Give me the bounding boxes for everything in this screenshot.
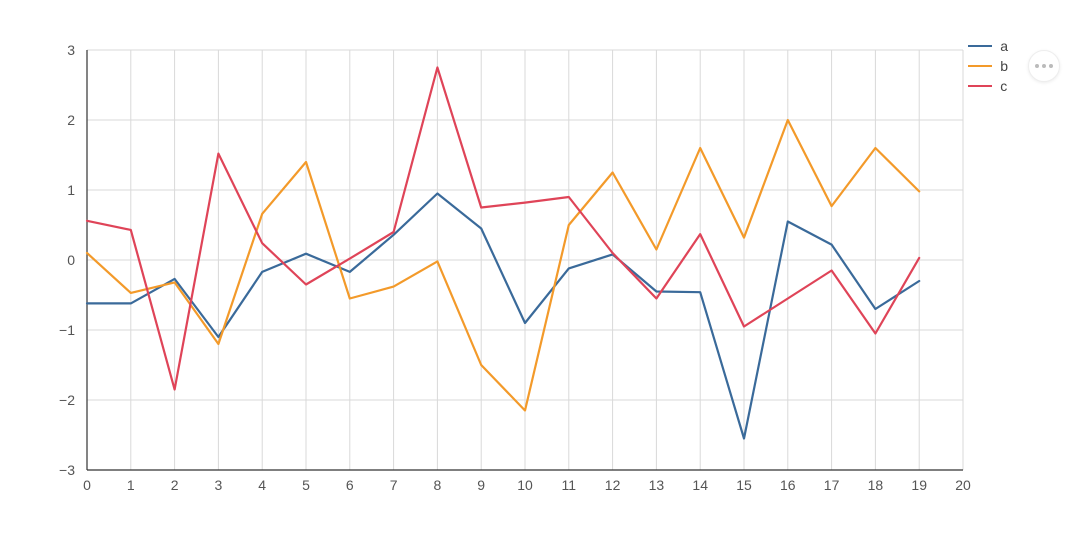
svg-text:5: 5 <box>302 477 310 493</box>
svg-text:0: 0 <box>67 252 75 268</box>
svg-text:−2: −2 <box>59 392 75 408</box>
svg-text:12: 12 <box>605 477 621 493</box>
svg-text:10: 10 <box>517 477 533 493</box>
svg-text:2: 2 <box>171 477 179 493</box>
svg-text:3: 3 <box>215 477 223 493</box>
svg-text:8: 8 <box>434 477 442 493</box>
legend-swatch-c <box>968 85 992 87</box>
legend-swatch-b <box>968 65 992 67</box>
svg-text:0: 0 <box>83 477 91 493</box>
series-a <box>87 194 919 439</box>
svg-text:−3: −3 <box>59 462 75 478</box>
chart-menu-button[interactable] <box>1028 50 1060 82</box>
line-chart: 01234567891011121314151617181920−3−2−101… <box>0 0 1080 537</box>
svg-text:16: 16 <box>780 477 796 493</box>
svg-text:4: 4 <box>258 477 266 493</box>
svg-text:6: 6 <box>346 477 354 493</box>
chart-svg: 01234567891011121314151617181920−3−2−101… <box>0 0 1080 537</box>
legend-item-b[interactable]: b <box>968 58 1008 74</box>
series-c <box>87 68 919 390</box>
svg-text:9: 9 <box>477 477 485 493</box>
series-b <box>87 120 919 411</box>
svg-text:19: 19 <box>911 477 927 493</box>
svg-text:15: 15 <box>736 477 752 493</box>
legend: a b c <box>968 38 1008 98</box>
legend-label-a: a <box>1000 38 1008 54</box>
legend-item-a[interactable]: a <box>968 38 1008 54</box>
legend-label-b: b <box>1000 58 1008 74</box>
svg-text:−1: −1 <box>59 322 75 338</box>
ellipsis-icon <box>1035 64 1053 68</box>
legend-swatch-a <box>968 45 992 47</box>
svg-text:14: 14 <box>692 477 708 493</box>
svg-text:1: 1 <box>67 182 75 198</box>
svg-text:1: 1 <box>127 477 135 493</box>
svg-text:17: 17 <box>824 477 840 493</box>
svg-text:11: 11 <box>562 477 577 493</box>
svg-text:7: 7 <box>390 477 398 493</box>
svg-text:20: 20 <box>955 477 971 493</box>
legend-item-c[interactable]: c <box>968 78 1008 94</box>
svg-text:18: 18 <box>868 477 884 493</box>
legend-label-c: c <box>1000 78 1007 94</box>
svg-text:2: 2 <box>67 112 75 128</box>
svg-text:3: 3 <box>67 42 75 58</box>
svg-text:13: 13 <box>649 477 665 493</box>
